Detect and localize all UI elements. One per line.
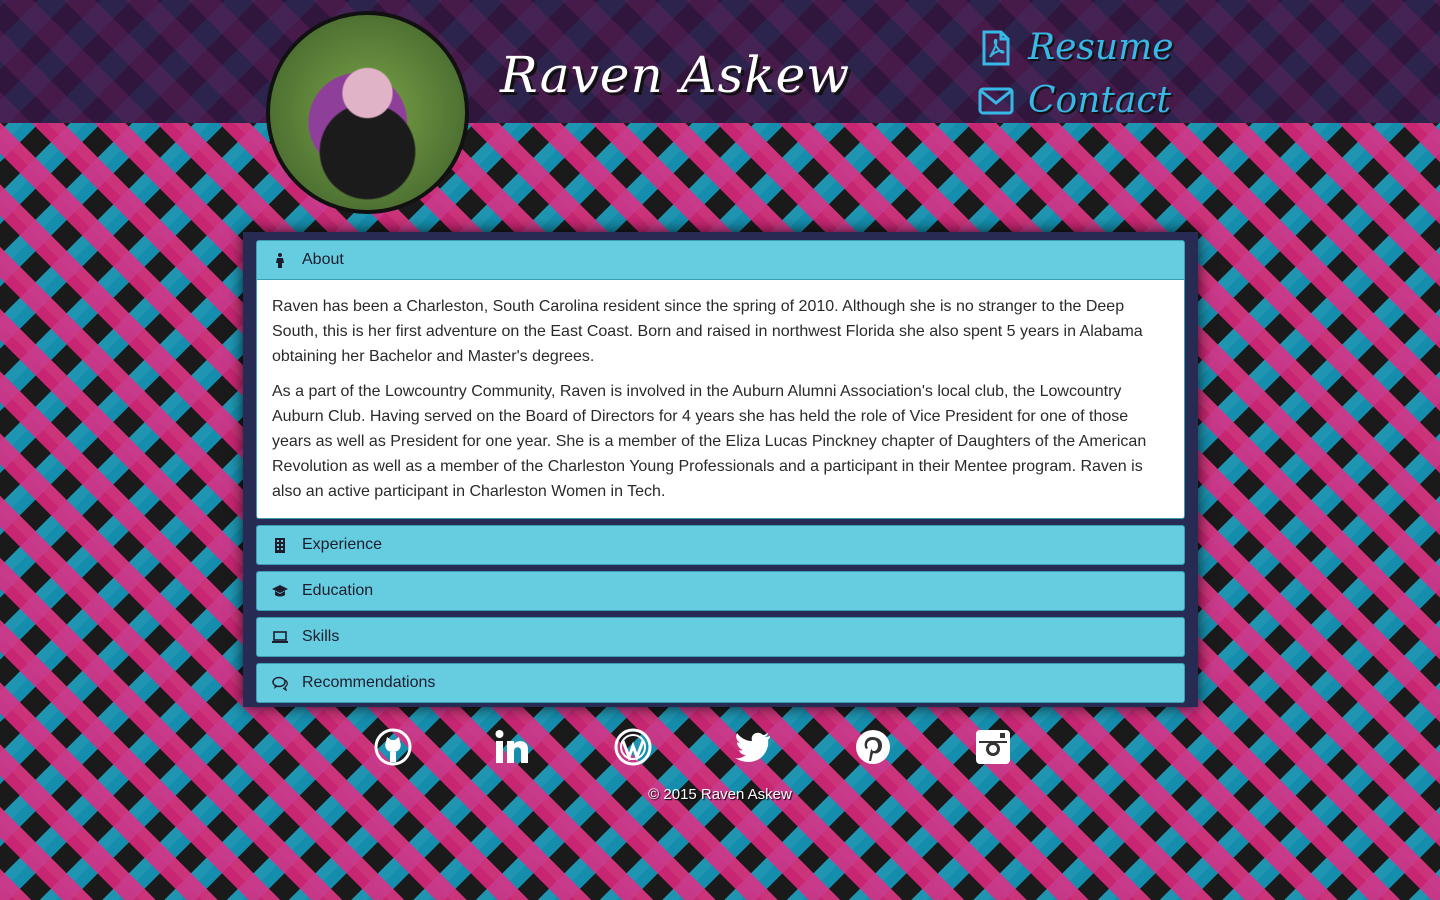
- section-label: Skills: [302, 628, 340, 645]
- envelope-icon: [978, 87, 1014, 114]
- content-panel: About Raven has been a Charleston, South…: [243, 232, 1198, 707]
- section-label: Experience: [302, 536, 383, 553]
- contact-label: Contact: [1028, 80, 1171, 121]
- resume-label: Resume: [1028, 27, 1174, 68]
- twitter-icon: [735, 732, 770, 762]
- linkedin-icon: [495, 730, 528, 763]
- person-icon: [276, 253, 284, 268]
- section-label: About: [302, 251, 344, 268]
- social-links: [374, 728, 1094, 766]
- pdf-file-icon: [982, 30, 1010, 65]
- about-paragraph: As a part of the Lowcountry Community, R…: [272, 383, 1147, 500]
- pinterest-link[interactable]: [854, 728, 892, 766]
- building-icon: [275, 538, 285, 553]
- twitter-link[interactable]: [734, 728, 772, 766]
- wordpress-icon: [614, 728, 652, 766]
- github-icon: [374, 728, 412, 766]
- github-link[interactable]: [374, 728, 412, 766]
- instagram-icon: [976, 730, 1010, 764]
- site-title: Raven Askew: [500, 46, 850, 104]
- section-recommendations-header[interactable]: Recommendations: [256, 663, 1185, 703]
- about-body: Raven has been a Charleston, South Carol…: [256, 280, 1185, 519]
- wordpress-link[interactable]: [614, 728, 652, 766]
- avatar: [266, 11, 469, 214]
- contact-link[interactable]: Contact: [978, 80, 1171, 121]
- section-education-header[interactable]: Education: [256, 571, 1185, 611]
- graduation-cap-icon: [272, 585, 288, 597]
- copyright: © 2015 Raven Askew: [648, 786, 792, 803]
- linkedin-link[interactable]: [494, 728, 532, 766]
- section-skills-header[interactable]: Skills: [256, 617, 1185, 657]
- section-about-header[interactable]: About: [256, 240, 1185, 280]
- section-label: Recommendations: [302, 674, 436, 691]
- about-paragraph: Raven has been a Charleston, South Carol…: [272, 298, 1143, 365]
- section-label: Education: [302, 582, 374, 599]
- section-experience-header[interactable]: Experience: [256, 525, 1185, 565]
- comments-icon: [272, 676, 288, 691]
- laptop-icon: [272, 631, 288, 643]
- instagram-link[interactable]: [974, 728, 1012, 766]
- pinterest-icon: [856, 730, 890, 764]
- resume-link[interactable]: Resume: [978, 27, 1174, 68]
